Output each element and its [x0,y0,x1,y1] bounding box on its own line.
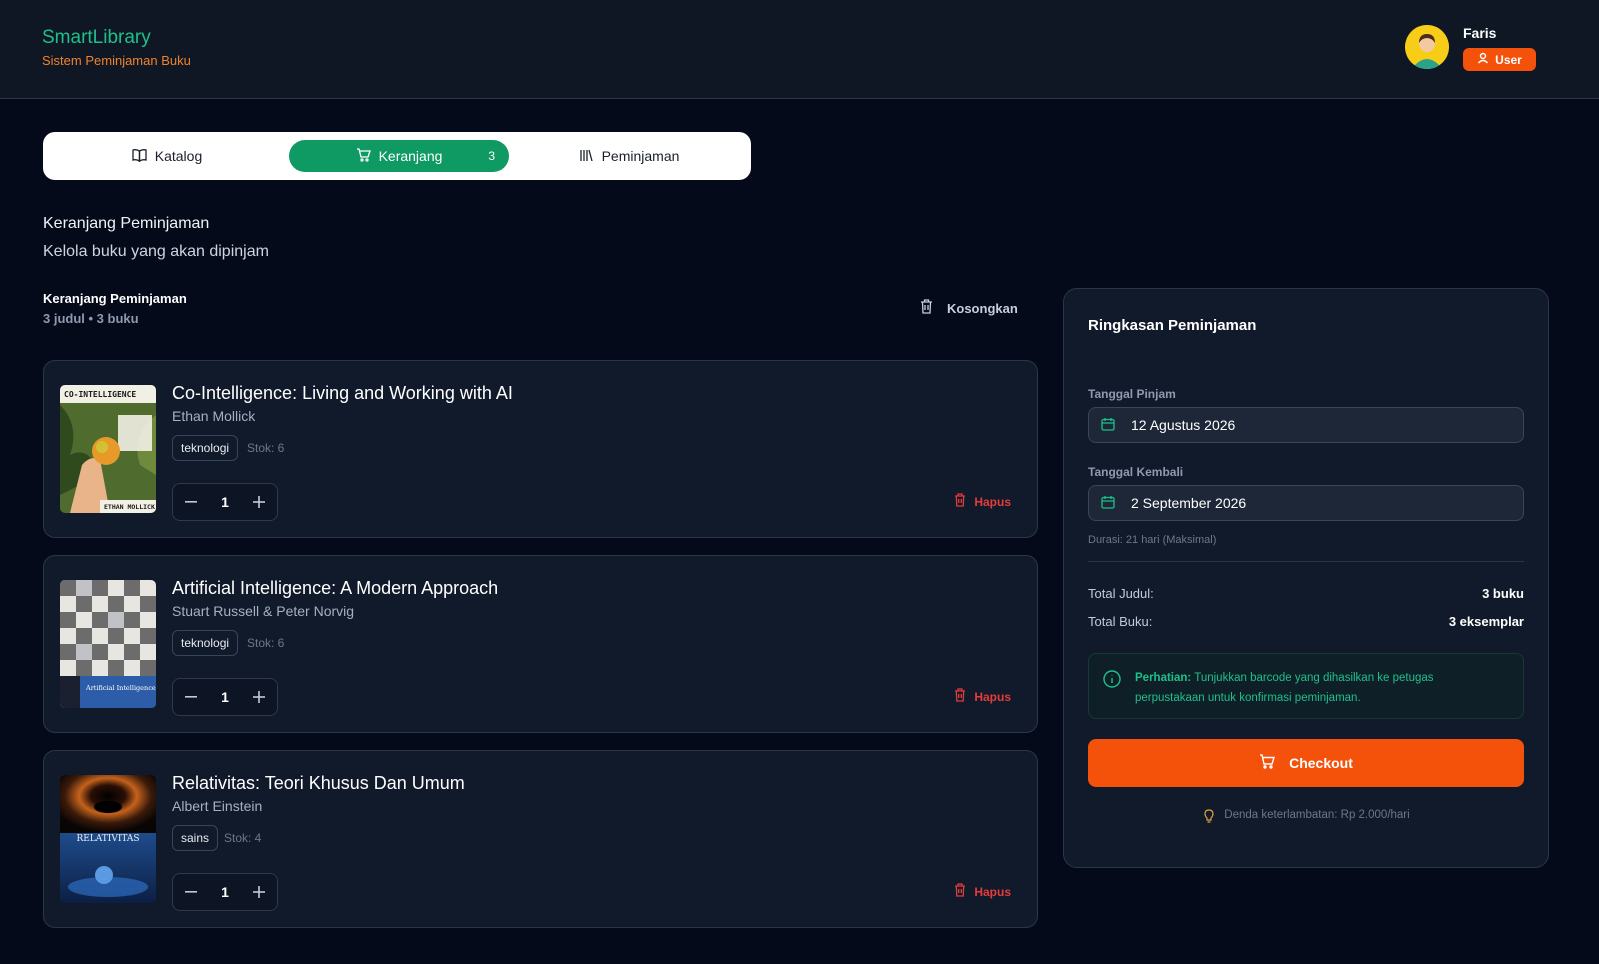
cover-author: ETHAN MOLLICK [104,503,155,511]
category-tag: sains [172,825,219,851]
empty-cart-label: Kosongkan [947,300,1018,316]
tab-label: Peminjaman [601,148,680,164]
stock-label: Stok: 6 [247,636,285,650]
page-subtitle: Kelola buku yang akan dipinjam [43,243,269,260]
avatar[interactable] [1405,25,1449,69]
user-icon [1477,52,1489,67]
total-books-row: Total Buku: 3 eksemplar [1088,614,1524,629]
remove-button[interactable]: Hapus [954,883,1011,900]
increment-button[interactable] [251,494,267,510]
total-titles-label: Total Judul: [1088,586,1154,601]
book-open-icon [132,148,147,165]
return-date-value: 2 September 2026 [1131,495,1247,511]
lightbulb-icon [1204,809,1214,826]
borrow-date-label: Tanggal Pinjam [1088,387,1176,401]
trash-icon [920,299,933,317]
role-label: User [1495,52,1522,67]
decrement-button[interactable] [183,494,199,510]
cover-title: RELATIVITAS [76,834,139,844]
remove-label: Hapus [974,494,1011,509]
fine-text: Denda keterlambatan: Rp 2.000/hari [1224,809,1410,821]
remove-label: Hapus [974,884,1011,899]
calendar-icon [1101,417,1115,434]
cart-title: Keranjang Peminjaman [43,291,187,306]
quantity-value: 1 [221,884,229,900]
quantity-value: 1 [221,494,229,510]
cart-count: 3 judul • 3 buku [43,311,139,326]
cover-title: CO-INTELLIGENCE [64,390,136,399]
app-header: SmartLibrary Sistem Peminjaman Buku Fari… [0,0,1599,99]
divider [1088,561,1524,562]
checkout-button[interactable]: Checkout [1088,739,1524,787]
trash-icon [954,883,966,900]
return-date-field[interactable]: 2 September 2026 [1088,485,1524,521]
stock-label: Stok: 4 [224,831,262,845]
main-tabs: Katalog Keranjang 3 Peminjaman [43,132,751,180]
checkout-label: Checkout [1289,755,1353,771]
book-author: Ethan Mollick [172,408,256,424]
book-author: Albert Einstein [172,798,263,814]
return-date-label: Tanggal Kembali [1088,465,1184,479]
user-name: Faris [1463,25,1497,41]
tab-peminjaman[interactable]: Peminjaman [515,140,743,172]
remove-label: Hapus [974,689,1011,704]
summary-panel: Ringkasan Peminjaman Tanggal Pinjam 12 A… [1063,288,1549,868]
role-badge[interactable]: User [1463,48,1536,71]
cart-count-badge: 3 [488,149,495,163]
increment-button[interactable] [251,884,267,900]
increment-button[interactable] [251,689,267,705]
book-cover[interactable]: CO-INTELLIGENCE ETHAN MOLLICK [60,385,156,513]
total-books-value: 3 eksemplar [1448,614,1524,629]
quantity-stepper: 1 [172,873,278,911]
tab-label: Katalog [154,148,203,164]
app-title[interactable]: SmartLibrary [42,27,151,49]
empty-cart-button[interactable]: Kosongkan [920,298,1018,318]
cart-item: Artificial Intelligence Artificial Intel… [43,555,1038,733]
book-author: Stuart Russell & Peter Norvig [172,603,355,619]
cart-icon [356,147,371,165]
trash-icon [954,493,966,510]
total-books-label: Total Buku: [1088,614,1153,629]
remove-button[interactable]: Hapus [954,688,1011,705]
quantity-stepper: 1 [172,483,278,521]
tab-katalog[interactable]: Katalog [51,140,283,172]
cart-item: CO-INTELLIGENCE ETHAN MOLLICK Co-Intelli… [43,360,1038,538]
decrement-button[interactable] [183,884,199,900]
library-icon [579,148,594,165]
calendar-icon [1101,495,1115,512]
stock-label: Stok: 6 [247,441,285,455]
summary-title: Ringkasan Peminjaman [1088,317,1257,334]
borrow-date-field[interactable]: 12 Agustus 2026 [1088,407,1524,443]
book-cover[interactable]: Artificial Intelligence [60,580,156,708]
borrow-date-value: 12 Agustus 2026 [1131,417,1236,433]
app-subtitle: Sistem Peminjaman Buku [42,53,191,68]
decrement-button[interactable] [183,689,199,705]
cart-icon [1259,754,1276,772]
quantity-value: 1 [221,689,229,705]
page-title: Keranjang Peminjaman [43,215,210,232]
book-title[interactable]: Co-Intelligence: Living and Working with… [172,383,513,404]
book-cover[interactable]: RELATIVITAS [60,775,156,903]
total-titles-value: 3 buku [1482,586,1524,601]
book-title[interactable]: Artificial Intelligence: A Modern Approa… [172,578,498,599]
fine-info: Denda keterlambatan: Rp 2.000/hari [1064,809,1550,826]
category-tag: teknologi [172,630,239,656]
tab-keranjang[interactable]: Keranjang 3 [289,140,509,172]
cart-item: RELATIVITAS Relativitas: Teori Khusus Da… [43,750,1038,928]
quantity-stepper: 1 [172,678,278,716]
cover-title: Artificial Intelligence [85,684,156,692]
notice-bold: Perhatian: [1135,672,1192,684]
book-title[interactable]: Relativitas: Teori Khusus Dan Umum [172,773,465,794]
notice-box: Perhatian: Tunjukkan barcode yang dihasi… [1088,653,1524,719]
category-tag: teknologi [172,435,239,461]
tab-label: Keranjang [378,148,443,164]
trash-icon [954,688,966,705]
total-titles-row: Total Judul: 3 buku [1088,586,1524,601]
info-icon [1103,670,1121,693]
remove-button[interactable]: Hapus [954,493,1011,510]
notice-text: Perhatian: Tunjukkan barcode yang dihasi… [1135,668,1505,708]
duration-text: Durasi: 21 hari (Maksimal) [1088,534,1217,546]
